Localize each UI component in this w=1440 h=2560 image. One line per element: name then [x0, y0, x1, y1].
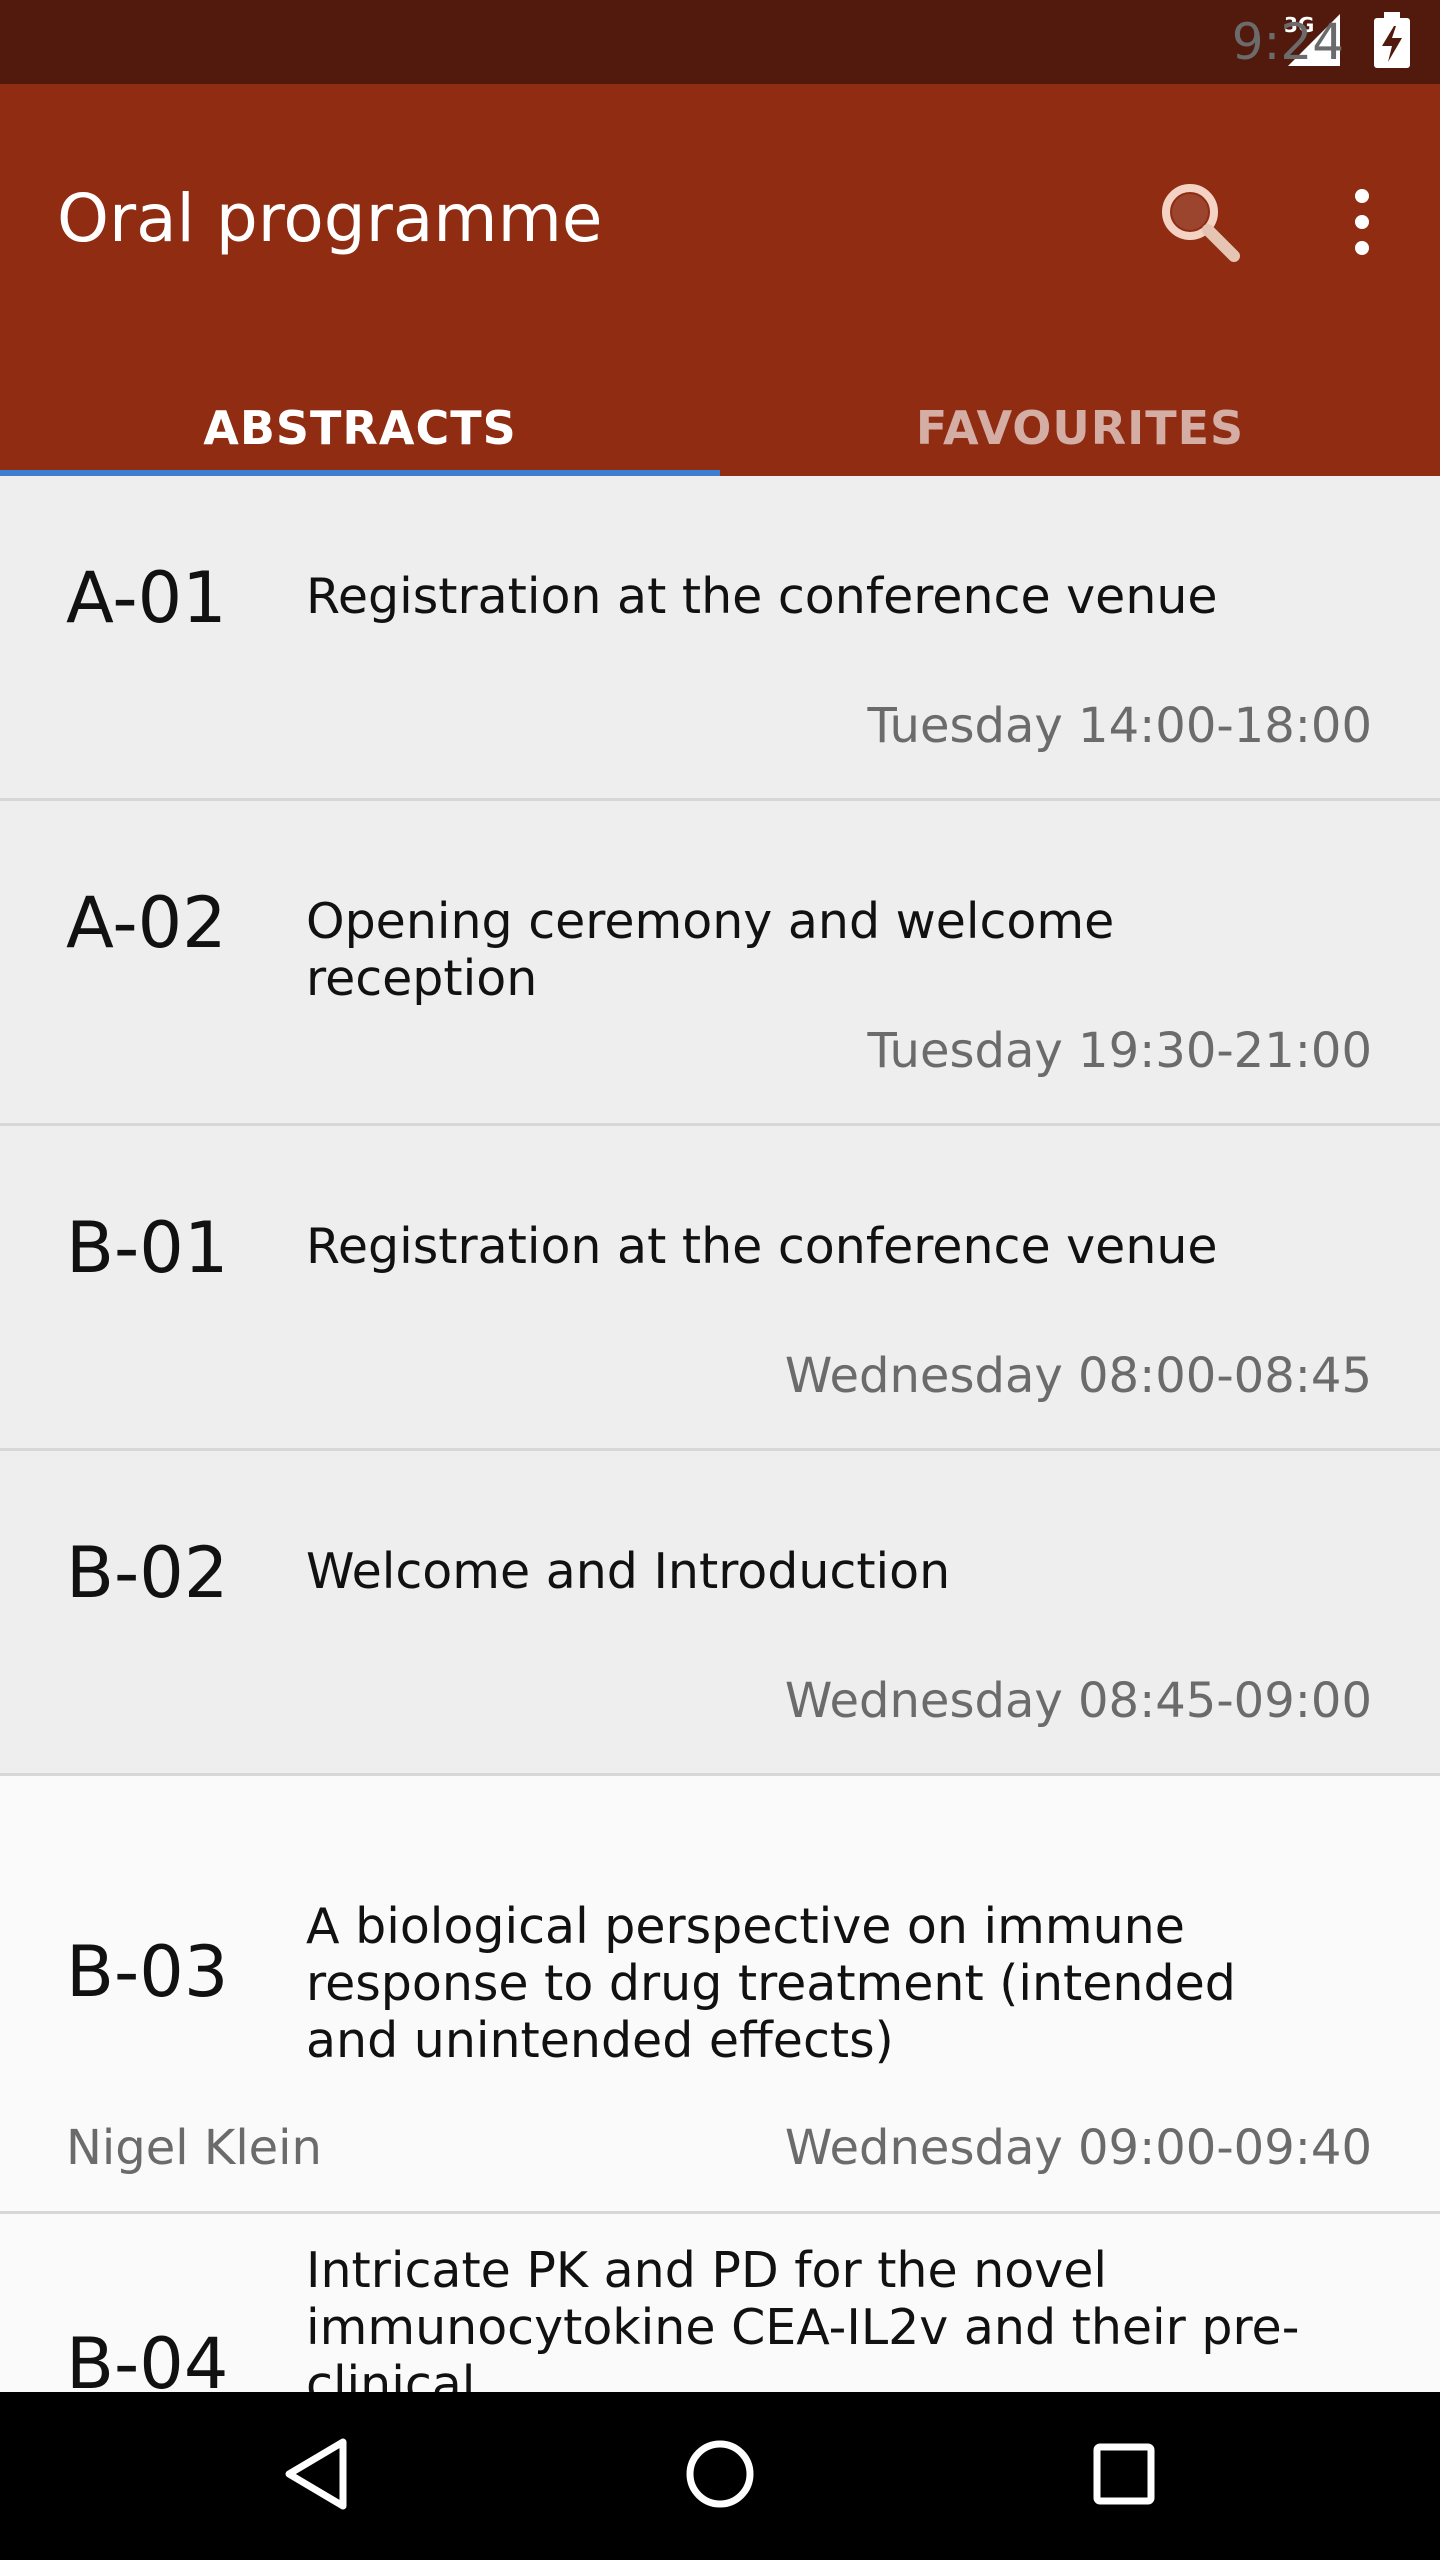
session-code: A-01: [66, 557, 227, 639]
recents-button[interactable]: [1074, 2426, 1174, 2526]
back-button[interactable]: [266, 2426, 366, 2526]
session-code: B-01: [66, 1207, 229, 1289]
session-title: Opening ceremony and welcome reception: [306, 893, 1115, 1007]
tab-favourites[interactable]: FAVOURITES: [720, 394, 1440, 476]
session-time: Wednesday 08:45-09:00: [784, 1673, 1372, 1729]
session-title: Welcome and Introduction: [306, 1543, 951, 1600]
more-options-button[interactable]: [1302, 164, 1422, 284]
tab-bar: ABSTRACTS FAVOURITES: [0, 394, 1440, 476]
session-time: Tuesday 14:00-18:00: [867, 698, 1372, 754]
status-time: 9:24: [1231, 13, 1344, 71]
session-code: B-02: [66, 1532, 229, 1614]
tab-abstracts[interactable]: ABSTRACTS: [0, 394, 720, 476]
session-code: B-03: [66, 1931, 229, 2013]
home-button[interactable]: [670, 2426, 770, 2526]
battery-icon: [1372, 11, 1412, 73]
tab-indicator: [0, 470, 720, 476]
session-code: A-02: [66, 882, 227, 964]
session-time: Tuesday 19:30-21:00: [867, 1023, 1372, 1079]
more-vert-icon: [1342, 182, 1382, 267]
page-title: Oral programme: [57, 180, 603, 257]
list-item[interactable]: A-02 Opening ceremony and welcome recept…: [0, 801, 1440, 1126]
session-time: Wednesday 08:00-08:45: [784, 1348, 1372, 1404]
list-item[interactable]: B-04 Intricate PK and PD for the novel i…: [0, 2214, 1440, 2392]
session-title: Intricate PK and PD for the novel immuno…: [306, 2242, 1300, 2392]
recents-icon: [1091, 2441, 1157, 2512]
list-item[interactable]: B-01 Registration at the conference venu…: [0, 1126, 1440, 1451]
navigation-bar: [0, 2392, 1440, 2560]
session-title: Registration at the conference venue: [306, 568, 1218, 625]
app-bar: Oral programme ABSTRACTS FAVOURITES: [0, 84, 1440, 476]
search-button[interactable]: [1140, 164, 1260, 284]
session-speaker: Nigel Klein: [66, 2120, 322, 2176]
home-icon: [682, 2436, 758, 2517]
status-bar: 3G 9:24: [0, 0, 1440, 84]
list-item[interactable]: B-03 A biological perspective on immune …: [0, 1776, 1440, 2214]
session-code: B-04: [66, 2323, 229, 2392]
back-icon: [281, 2436, 351, 2517]
session-title: A biological perspective on immune respo…: [306, 1898, 1236, 2069]
session-list[interactable]: A-01 Registration at the conference venu…: [0, 476, 1440, 2392]
search-icon: [1152, 174, 1248, 275]
list-item[interactable]: B-02 Welcome and Introduction Wednesday …: [0, 1451, 1440, 1776]
session-time: Wednesday 09:00-09:40: [784, 2120, 1372, 2176]
list-item[interactable]: A-01 Registration at the conference venu…: [0, 476, 1440, 801]
session-title: Registration at the conference venue: [306, 1218, 1218, 1275]
